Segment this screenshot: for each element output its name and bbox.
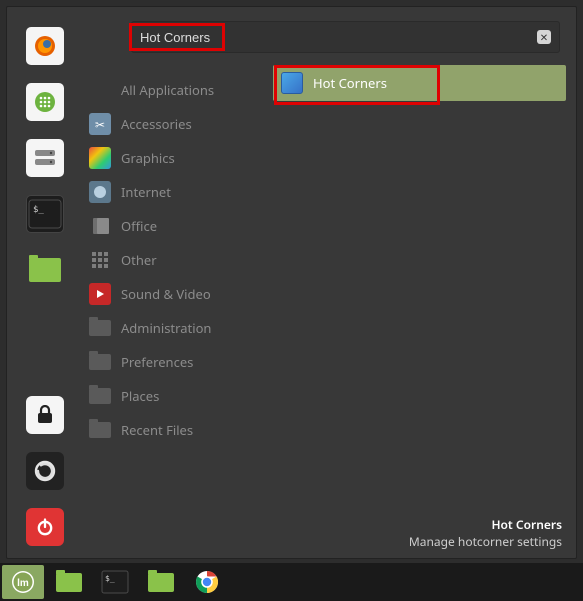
graphics-icon [89,147,111,169]
category-preferences[interactable]: Preferences [83,345,265,379]
category-label: Internet [121,183,171,201]
search-field[interactable]: ✕ [131,21,560,53]
category-label: Other [121,251,157,269]
search-input[interactable] [140,30,537,45]
category-label: Sound & Video [121,285,211,303]
search-row: ✕ [131,21,564,53]
category-office[interactable]: Office [83,209,265,243]
tooltip-description: Manage hotcorner settings [409,533,562,550]
clear-search-icon[interactable]: ✕ [537,30,551,44]
category-label: Preferences [121,353,193,371]
category-sound-video[interactable]: Sound & Video [83,277,265,311]
taskbar-files-2[interactable] [140,565,182,599]
category-label: Accessories [121,115,192,133]
places-folder-icon [89,385,111,407]
files-icon[interactable] [26,251,64,289]
lock-screen-icon[interactable] [26,396,64,434]
prefs-folder-icon [89,351,111,373]
taskbar-chrome[interactable] [186,565,228,599]
scissors-icon: ✂ [89,113,111,135]
category-list: All Applications ✂ Accessories Graphics … [83,61,265,447]
category-label: All Applications [121,81,214,99]
category-internet[interactable]: Internet [83,175,265,209]
start-menu: $_ ✕ [6,6,577,559]
svg-text:$_: $_ [105,574,115,583]
svg-text:$_: $_ [33,205,44,215]
terminal-icon[interactable]: $_ [26,195,64,233]
hot-corners-icon [281,72,303,94]
taskbar: lm $_ [0,563,583,601]
categories-column: ✕ All Applications ✂ Accessories Graphic… [83,7,265,558]
globe-icon [89,181,111,203]
category-all-applications[interactable]: All Applications [83,73,265,107]
play-icon [89,283,111,305]
category-label: Office [121,217,157,235]
favorites-column: $_ [7,7,83,558]
recent-folder-icon [89,419,111,441]
result-label: Hot Corners [313,74,387,92]
app-tooltip: Hot Corners Manage hotcorner settings [409,516,562,550]
grid-icon [89,249,111,271]
applications-pane: Hot Corners [265,7,576,558]
taskbar-files[interactable] [48,565,90,599]
category-graphics[interactable]: Graphics [83,141,265,175]
admin-folder-icon [89,317,111,339]
disks-icon[interactable] [26,139,64,177]
category-label: Graphics [121,149,175,167]
software-manager-icon[interactable] [26,83,64,121]
category-places[interactable]: Places [83,379,265,413]
category-label: Places [121,387,159,405]
category-label: Recent Files [121,421,193,439]
category-other[interactable]: Other [83,243,265,277]
result-hot-corners[interactable]: Hot Corners [273,65,566,101]
svg-text:lm: lm [17,578,29,589]
menu-body: $_ ✕ [7,7,576,558]
power-icon[interactable] [26,508,64,546]
category-label: Administration [121,319,211,337]
logout-icon[interactable] [26,452,64,490]
taskbar-terminal[interactable]: $_ [94,565,136,599]
office-icon [89,215,111,237]
category-recent-files[interactable]: Recent Files [83,413,265,447]
category-administration[interactable]: Administration [83,311,265,345]
tooltip-title: Hot Corners [409,516,562,533]
all-applications-icon [89,79,111,101]
taskbar-menu-button[interactable]: lm [2,565,44,599]
firefox-icon[interactable] [26,27,64,65]
category-accessories[interactable]: ✂ Accessories [83,107,265,141]
